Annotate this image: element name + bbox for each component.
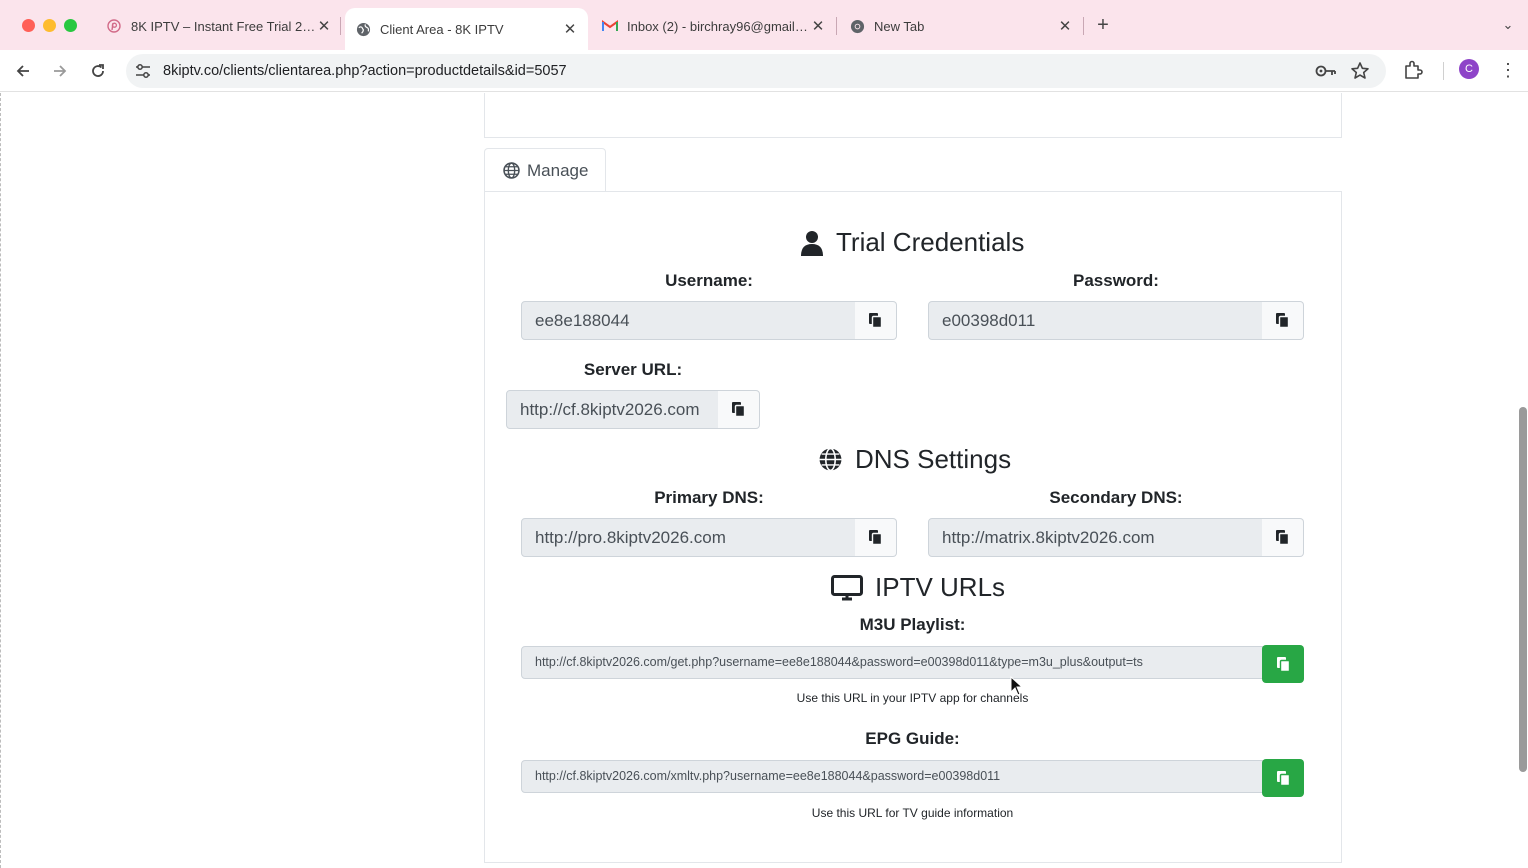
- window-minimize-button[interactable]: [43, 19, 56, 32]
- browser-toolbar: 8kiptv.co/clients/clientarea.php?action=…: [0, 50, 1528, 92]
- globe-icon: [503, 162, 520, 179]
- primary-dns-field[interactable]: http://pro.8kiptv2026.com: [521, 518, 856, 557]
- site-settings-icon[interactable]: [135, 63, 151, 79]
- copy-icon: [1276, 313, 1290, 329]
- arrow-right-icon: [54, 65, 67, 77]
- tab-separator: [1083, 17, 1084, 35]
- tab-separator: [836, 17, 837, 35]
- copy-m3u-button[interactable]: [1262, 645, 1304, 683]
- copy-icon: [869, 530, 883, 546]
- tab-title: New Tab: [874, 18, 925, 34]
- trial-credentials-title: Trial Credentials: [836, 227, 1025, 257]
- tab-title: 8K IPTV – Instant Free Trial 2…: [131, 18, 316, 34]
- tab-manage[interactable]: Manage: [484, 148, 606, 192]
- globe-icon: [818, 447, 843, 472]
- user-icon: [800, 230, 824, 256]
- window-zoom-button[interactable]: [64, 19, 77, 32]
- password-field[interactable]: e00398d011: [928, 301, 1263, 340]
- pinterest-icon: [106, 18, 122, 34]
- tab-new-tab[interactable]: New Tab ✕: [849, 10, 1073, 42]
- tab-gmail-inbox[interactable]: Inbox (2) - birchray96@gmail… ✕: [602, 10, 826, 42]
- secondary-dns-field[interactable]: http://matrix.8kiptv2026.com: [928, 518, 1263, 557]
- toolbar-divider: [1443, 62, 1444, 80]
- m3u-hint: Use this URL in your IPTV app for channe…: [796, 691, 1029, 705]
- tab-client-area[interactable]: Client Area - 8K IPTV ✕: [345, 8, 588, 50]
- username-label: Username:: [665, 271, 753, 290]
- back-button[interactable]: [11, 59, 35, 83]
- tab-separator: [340, 17, 341, 35]
- forward-button[interactable]: [48, 59, 72, 83]
- scrollbar-thumb[interactable]: [1519, 407, 1527, 772]
- extensions-icon[interactable]: [1402, 59, 1424, 81]
- url-text[interactable]: 8kiptv.co/clients/clientarea.php?action=…: [163, 54, 567, 88]
- browser-tab-bar: 8K IPTV – Instant Free Trial 2… ✕ Client…: [0, 0, 1528, 50]
- copy-icon: [1276, 656, 1290, 672]
- page-content: Manage Trial Credentials Username: ee8e1…: [0, 93, 1528, 868]
- tab-title: Client Area - 8K IPTV: [380, 21, 504, 37]
- secondary-dns-label: Secondary DNS:: [1049, 488, 1183, 507]
- server-url-label: Server URL:: [583, 360, 683, 379]
- tab-search-button[interactable]: ⌄: [1498, 14, 1518, 36]
- tab-title: Inbox (2) - birchray96@gmail…: [627, 18, 808, 34]
- copy-username-button[interactable]: [855, 301, 897, 340]
- epg-hint: Use this URL for TV guide information: [811, 806, 1014, 820]
- tab-manage-label: Manage: [527, 160, 589, 180]
- copy-icon: [1276, 530, 1290, 546]
- new-tab-button[interactable]: +: [1094, 14, 1112, 36]
- monitor-icon: [831, 574, 863, 601]
- dns-settings-title: DNS Settings: [855, 444, 1012, 474]
- dns-settings-heading: DNS Settings: [818, 444, 1011, 475]
- server-url-field[interactable]: http://cf.8kiptv2026.com: [506, 390, 719, 429]
- close-icon[interactable]: ✕: [810, 18, 826, 35]
- password-label: Password:: [1073, 271, 1159, 290]
- gmail-icon: [602, 18, 618, 34]
- previous-card: [484, 93, 1342, 138]
- mouse-cursor-icon: [1010, 676, 1024, 696]
- iptv-urls-heading: IPTV URLs: [831, 572, 1005, 603]
- iptv-urls-title: IPTV URLs: [875, 572, 1006, 602]
- copy-epg-button[interactable]: [1262, 759, 1304, 797]
- copy-secondary-dns-button[interactable]: [1262, 518, 1304, 557]
- m3u-playlist-field[interactable]: http://cf.8kiptv2026.com/get.php?usernam…: [521, 646, 1263, 679]
- window-close-button[interactable]: [22, 19, 35, 32]
- copy-primary-dns-button[interactable]: [855, 518, 897, 557]
- copy-icon: [1276, 770, 1290, 786]
- username-field[interactable]: ee8e188044: [521, 301, 856, 340]
- reload-button[interactable]: [86, 59, 110, 83]
- close-icon[interactable]: ✕: [316, 18, 332, 35]
- globe-icon: [355, 21, 371, 37]
- copy-icon: [732, 402, 746, 418]
- m3u-playlist-label: M3U Playlist:: [859, 615, 966, 634]
- address-bar[interactable]: 8kiptv.co/clients/clientarea.php?action=…: [126, 54, 1386, 88]
- copy-password-button[interactable]: [1262, 301, 1304, 340]
- epg-guide-label: EPG Guide:: [865, 729, 960, 748]
- trial-credentials-heading: Trial Credentials: [800, 227, 1024, 258]
- close-icon[interactable]: ✕: [1057, 18, 1073, 35]
- arrow-left-icon: [16, 65, 29, 77]
- profile-avatar[interactable]: C: [1459, 59, 1479, 79]
- epg-guide-field[interactable]: http://cf.8kiptv2026.com/xmltv.php?usern…: [521, 760, 1263, 793]
- copy-icon: [869, 313, 883, 329]
- primary-dns-label: Primary DNS:: [654, 488, 764, 507]
- chrome-icon: [849, 18, 865, 34]
- copy-server-url-button[interactable]: [718, 390, 760, 429]
- browser-menu-button[interactable]: ⋮: [1499, 59, 1517, 81]
- left-edge-border: [0, 93, 1, 868]
- tab-8k-iptv-trial[interactable]: 8K IPTV – Instant Free Trial 2… ✕: [106, 10, 332, 42]
- password-key-icon[interactable]: [1315, 62, 1337, 80]
- close-icon[interactable]: ✕: [562, 21, 578, 38]
- bookmark-star-icon[interactable]: [1350, 61, 1370, 81]
- reload-icon: [92, 64, 104, 77]
